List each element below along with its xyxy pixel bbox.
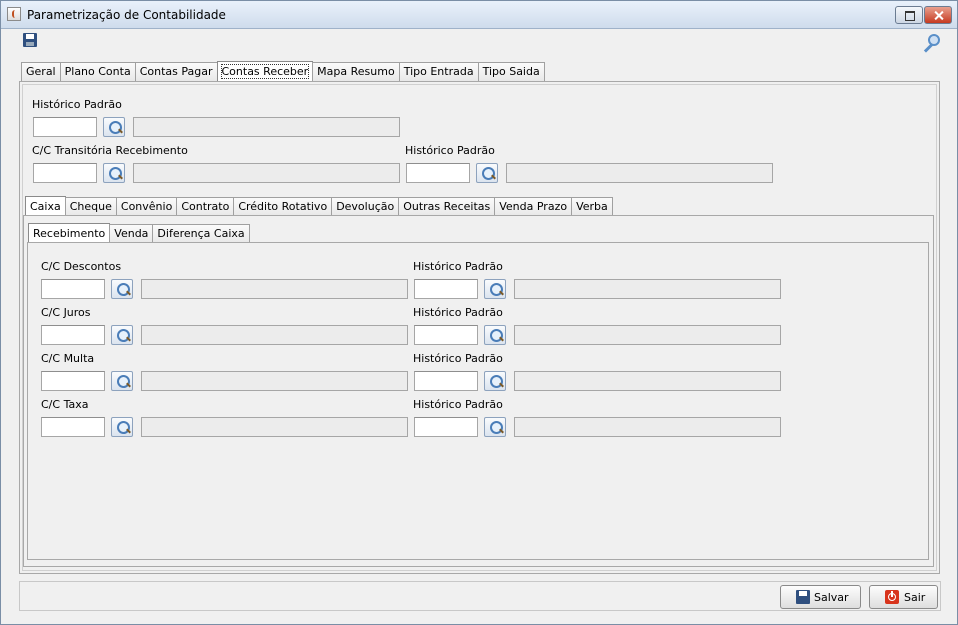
search-icon[interactable] bbox=[111, 417, 133, 437]
tab-outras-receitas[interactable]: Outras Receitas bbox=[398, 197, 496, 216]
tab-plano-conta[interactable]: Plano Conta bbox=[59, 62, 136, 81]
search-icon[interactable] bbox=[476, 163, 498, 183]
historico-padrao-code-input[interactable] bbox=[33, 117, 97, 137]
caixa-tab-bar: Recebimento Venda Diferença Caixa bbox=[28, 223, 250, 243]
title-bar[interactable]: Parametrização de Contabilidade bbox=[1, 1, 957, 29]
close-button[interactable] bbox=[924, 6, 952, 24]
salvar-button[interactable]: Salvar bbox=[780, 585, 861, 609]
cc-multa-desc-field bbox=[141, 371, 408, 391]
tab-diferenca-caixa[interactable]: Diferença Caixa bbox=[152, 224, 250, 243]
search-icon[interactable] bbox=[111, 279, 133, 299]
tab-geral[interactable]: Geral bbox=[21, 62, 61, 81]
cc-transitoria-hist-code-input[interactable] bbox=[406, 163, 470, 183]
search-icon[interactable] bbox=[111, 325, 133, 345]
historico-padrao-label: Histórico Padrão bbox=[32, 98, 122, 111]
search-icon[interactable] bbox=[484, 325, 506, 345]
search-icon[interactable] bbox=[103, 163, 125, 183]
tab-tipo-entrada[interactable]: Tipo Entrada bbox=[398, 62, 479, 81]
cc-descontos-desc-field bbox=[141, 279, 408, 299]
cc-taxa-code-input[interactable] bbox=[41, 417, 105, 437]
save-icon[interactable] bbox=[23, 33, 37, 47]
tab-venda-prazo[interactable]: Venda Prazo bbox=[494, 197, 573, 216]
tab-recebimento[interactable]: Recebimento bbox=[28, 223, 111, 243]
multa-hist-code-input[interactable] bbox=[414, 371, 478, 391]
tab-mapa-resumo[interactable]: Mapa Resumo bbox=[312, 62, 400, 81]
tab-cheque[interactable]: Cheque bbox=[64, 197, 117, 216]
restore-button[interactable] bbox=[895, 6, 923, 24]
taxa-hist-label: Histórico Padrão bbox=[413, 398, 503, 411]
tab-contrato[interactable]: Contrato bbox=[176, 197, 235, 216]
descontos-hist-label: Histórico Padrão bbox=[413, 260, 503, 273]
save-icon bbox=[796, 590, 810, 604]
cc-juros-label: C/C Juros bbox=[41, 306, 91, 319]
cc-juros-desc-field bbox=[141, 325, 408, 345]
tab-contas-receber[interactable]: Contas Receber bbox=[216, 61, 314, 81]
cc-transitoria-desc-field bbox=[133, 163, 400, 183]
search-icon[interactable] bbox=[111, 371, 133, 391]
sub-tab-bar: Caixa Cheque Convênio Contrato Crédito R… bbox=[25, 196, 613, 216]
cc-taxa-desc-field bbox=[141, 417, 408, 437]
main-tab-bar: Geral Plano Conta Contas Pagar Contas Re… bbox=[21, 61, 545, 81]
window-title: Parametrização de Contabilidade bbox=[27, 8, 226, 22]
juros-hist-desc-field bbox=[514, 325, 781, 345]
tab-credito-rotativo[interactable]: Crédito Rotativo bbox=[233, 197, 333, 216]
cc-transitoria-label: C/C Transitória Recebimento bbox=[32, 144, 188, 157]
cc-multa-label: C/C Multa bbox=[41, 352, 95, 365]
juros-hist-code-input[interactable] bbox=[414, 325, 478, 345]
cc-juros-code-input[interactable] bbox=[41, 325, 105, 345]
descontos-hist-desc-field bbox=[514, 279, 781, 299]
cc-transitoria-hist-label: Histórico Padrão bbox=[405, 144, 495, 157]
search-icon[interactable] bbox=[484, 417, 506, 437]
tab-verba[interactable]: Verba bbox=[571, 197, 613, 216]
key-icon[interactable] bbox=[921, 34, 940, 50]
tab-devolucao[interactable]: Devolução bbox=[331, 197, 400, 216]
multa-hist-label: Histórico Padrão bbox=[413, 352, 503, 365]
taxa-hist-code-input[interactable] bbox=[414, 417, 478, 437]
cc-descontos-code-input[interactable] bbox=[41, 279, 105, 299]
java-app-icon bbox=[7, 7, 21, 21]
historico-padrao-desc-field bbox=[133, 117, 400, 137]
taxa-hist-desc-field bbox=[514, 417, 781, 437]
main-window: Parametrização de Contabilidade Geral Pl… bbox=[0, 0, 958, 625]
sair-label: Sair bbox=[904, 591, 926, 604]
salvar-label: Salvar bbox=[814, 591, 849, 604]
tab-contas-pagar[interactable]: Contas Pagar bbox=[134, 62, 218, 81]
cc-multa-code-input[interactable] bbox=[41, 371, 105, 391]
tab-convenio[interactable]: Convênio bbox=[115, 197, 178, 216]
cc-transitoria-code-input[interactable] bbox=[33, 163, 97, 183]
cc-descontos-label: C/C Descontos bbox=[41, 260, 122, 273]
descontos-hist-code-input[interactable] bbox=[414, 279, 478, 299]
power-icon bbox=[885, 590, 899, 604]
search-icon[interactable] bbox=[484, 371, 506, 391]
multa-hist-desc-field bbox=[514, 371, 781, 391]
cc-taxa-label: C/C Taxa bbox=[41, 398, 89, 411]
search-icon[interactable] bbox=[484, 279, 506, 299]
juros-hist-label: Histórico Padrão bbox=[413, 306, 503, 319]
tab-caixa[interactable]: Caixa bbox=[25, 196, 66, 216]
cc-transitoria-hist-desc-field bbox=[506, 163, 773, 183]
search-icon[interactable] bbox=[103, 117, 125, 137]
tab-tipo-saida[interactable]: Tipo Saida bbox=[477, 62, 545, 81]
tab-venda[interactable]: Venda bbox=[109, 224, 154, 243]
sair-button[interactable]: Sair bbox=[869, 585, 938, 609]
